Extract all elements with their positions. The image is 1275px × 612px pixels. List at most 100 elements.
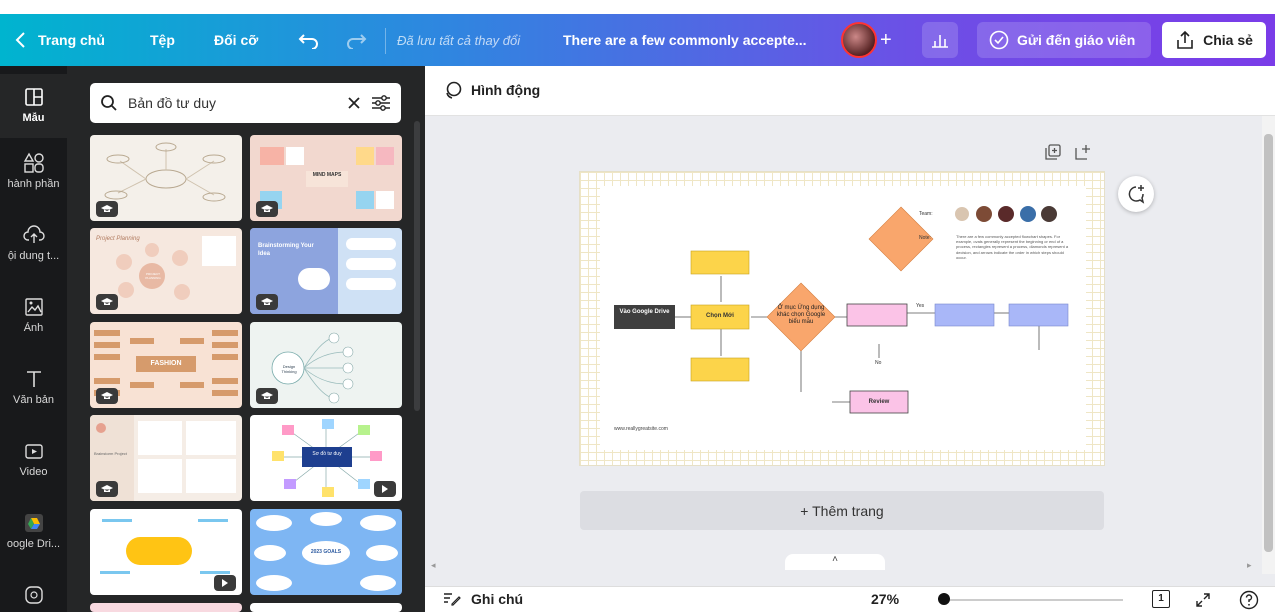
rail-label: Văn bản — [13, 394, 54, 406]
rail-item-uploads[interactable]: ội dung t... — [0, 224, 67, 262]
close-icon[interactable] — [347, 96, 361, 110]
app-icon — [24, 586, 43, 604]
help-icon[interactable] — [1239, 590, 1259, 610]
process-box[interactable] — [690, 250, 750, 275]
template-thumbnail[interactable]: Brainstorm Project — [90, 415, 242, 501]
send-to-teacher-button[interactable]: Gửi đến giáo viên — [977, 22, 1151, 58]
search-input[interactable]: Bản đồ tư duy — [128, 95, 337, 111]
template-thumbnail[interactable] — [250, 603, 402, 612]
template-thumbnail[interactable]: Design Thinking — [250, 322, 402, 408]
horizontal-scrollbar[interactable]: ◂ ˄ ▸ — [425, 554, 1262, 574]
duplicate-page-icon[interactable] — [1045, 144, 1061, 160]
chevron-up-icon: ˄ — [832, 554, 838, 565]
yes-label: Yes — [916, 303, 925, 309]
flowchart-diagram — [614, 206, 1069, 414]
bar-chart-icon — [932, 35, 948, 48]
thumb-shape — [200, 571, 230, 574]
website-label: www.reallygreatsite.com — [614, 426, 668, 432]
thumb-shape — [376, 191, 394, 209]
video-badge — [374, 481, 396, 497]
thumb-shape — [356, 191, 374, 209]
scroll-left-icon[interactable]: ◂ — [431, 560, 436, 571]
search-bar[interactable]: Bản đồ tư duy — [90, 83, 401, 123]
redo-button[interactable] — [345, 14, 367, 66]
template-thumbnail[interactable]: 2023 GOALS — [250, 509, 402, 595]
panel-scrollbar[interactable] — [414, 121, 420, 411]
thumb-shape — [186, 459, 236, 493]
rail-label: hành phần — [7, 178, 60, 190]
file-menu[interactable]: Tệp — [150, 14, 175, 66]
thumb-title: FASHION — [150, 360, 182, 367]
rail-item-templates[interactable]: Mẫu — [0, 74, 67, 138]
redo-icon — [347, 34, 367, 49]
document-title[interactable]: There are a few commonly accepte... — [563, 14, 807, 66]
photo-icon — [24, 298, 43, 316]
add-page-icon[interactable] — [1075, 144, 1091, 160]
analytics-button[interactable] — [922, 22, 958, 58]
filter-icon[interactable] — [371, 94, 391, 112]
rail-item-elements[interactable]: hành phần — [0, 152, 67, 190]
scrollbar-thumb[interactable] — [1264, 134, 1273, 552]
graduation-cap-icon — [101, 205, 113, 212]
thumb-shape — [298, 268, 330, 290]
start-label: Vào Google Drive — [619, 309, 670, 315]
template-thumbnail[interactable] — [90, 603, 242, 612]
template-thumbnail[interactable]: Sơ đồ tư duy — [250, 415, 402, 501]
thumb-title: Brainstorming Your Idea — [258, 243, 314, 257]
zoom-level[interactable]: 27% — [871, 591, 899, 607]
education-badge — [96, 294, 118, 310]
rail-item-photos[interactable]: Ảnh — [0, 296, 67, 334]
rail-label: oogle Dri... — [6, 538, 61, 550]
rail-item-google-drive[interactable]: oogle Dri... — [0, 512, 67, 550]
process-box[interactable] — [846, 303, 908, 327]
template-thumbnail[interactable]: Brainstorming Your Idea — [250, 228, 402, 314]
add-page-button[interactable]: + Thêm trang — [580, 491, 1104, 530]
search-icon — [101, 95, 117, 111]
rail-item-video[interactable]: Video — [0, 440, 67, 478]
home-button[interactable]: Trang chủ — [14, 14, 105, 66]
thumb-shape — [376, 147, 394, 165]
vertical-scrollbar[interactable] — [1262, 116, 1275, 574]
design-page[interactable]: Vào Google Drive Chọn Mới Ở mục Ứng dụng… — [580, 172, 1104, 465]
templates-panel: Bản đồ tư duy MIND MAPS Project Planning… — [67, 66, 425, 612]
no-label: No — [875, 360, 882, 366]
template-thumbnail[interactable] — [90, 509, 242, 595]
graduation-cap-icon — [261, 298, 273, 305]
add-collaborator-button[interactable]: + — [880, 14, 892, 66]
notes-button[interactable]: Ghi chú — [443, 591, 523, 607]
page-count-button[interactable]: 1 — [1152, 590, 1170, 608]
graduation-cap-icon — [261, 392, 273, 399]
process-box[interactable] — [1008, 303, 1069, 327]
template-thumbnail[interactable]: Project Planning PROJECT PLANNING — [90, 228, 242, 314]
rail-item-more[interactable] — [0, 584, 67, 610]
avatar[interactable] — [841, 22, 877, 58]
education-badge — [96, 481, 118, 497]
rail-item-text[interactable]: Văn bản — [0, 368, 67, 406]
zoom-slider[interactable] — [943, 599, 1123, 601]
magic-comment-button[interactable] — [1118, 176, 1154, 212]
thumb-shape — [346, 258, 396, 270]
divider — [385, 28, 386, 54]
template-thumbnail[interactable]: MIND MAPS — [250, 135, 402, 221]
zoom-slider-knob[interactable] — [938, 593, 950, 605]
undo-button[interactable] — [298, 14, 320, 66]
resize-button[interactable]: Đối cỡ — [214, 14, 258, 66]
thumb-title: Sơ đồ tư duy — [312, 451, 342, 457]
share-button[interactable]: Chia sẻ — [1162, 22, 1266, 58]
template-thumbnail[interactable]: FASHION — [90, 322, 242, 408]
browser-top-strip — [0, 0, 1275, 14]
process-box[interactable] — [934, 303, 995, 327]
template-thumbnail[interactable] — [90, 135, 242, 221]
animate-button[interactable]: Hình động — [443, 80, 540, 100]
notes-icon — [444, 593, 461, 606]
rail-label: ội dung t... — [7, 250, 60, 262]
decision-label: Ở mục Ứng dụng khác chọn Google biểu mẫu — [776, 305, 826, 325]
scroll-right-icon[interactable]: ▸ — [1247, 560, 1252, 571]
play-icon — [222, 579, 228, 587]
rail-label: Ảnh — [23, 322, 44, 334]
process-box[interactable] — [690, 357, 750, 382]
fullscreen-icon[interactable] — [1195, 592, 1211, 608]
google-drive-icon — [24, 514, 43, 532]
show-pages-button[interactable]: ˄ — [785, 554, 885, 570]
template-icon — [24, 88, 43, 106]
